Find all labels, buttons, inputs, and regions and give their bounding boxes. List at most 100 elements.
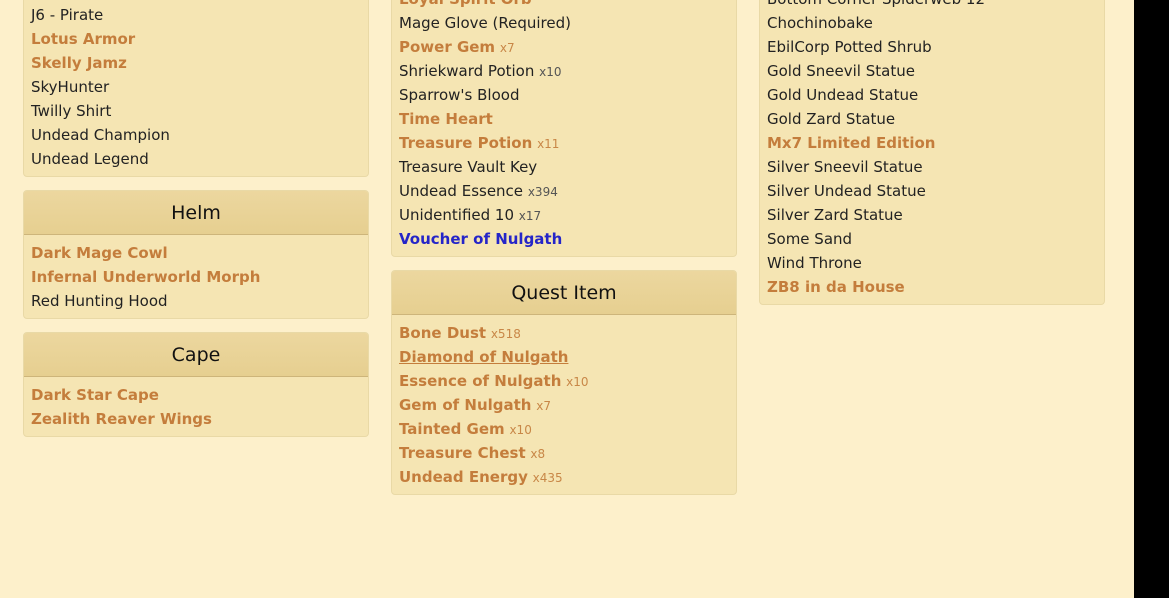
list-item-link[interactable]: Diamond of Nulgath bbox=[399, 345, 729, 369]
list-item[interactable]: Gem of Nulgath x7 bbox=[399, 393, 729, 417]
item-name: Treasure Vault Key bbox=[399, 158, 538, 176]
list-item[interactable]: SkyHunter bbox=[31, 75, 361, 99]
armor-card: J6 - Pirate Lotus Armor Skelly Jamz SkyH… bbox=[23, 0, 369, 177]
item-name: Silver Undead Statue bbox=[767, 182, 926, 200]
item-name: Mage Glove (Required) bbox=[399, 14, 571, 32]
list-item[interactable]: Silver Zard Statue bbox=[767, 203, 1097, 227]
list-item[interactable]: Zealith Reaver Wings bbox=[31, 407, 361, 431]
helm-header: Helm bbox=[24, 191, 368, 235]
item-name: Lotus Armor bbox=[31, 30, 136, 48]
item-name: Wind Throne bbox=[767, 254, 862, 272]
list-item[interactable]: Unidentified 10 x17 bbox=[399, 203, 729, 227]
quest-item-card: Quest Item Bone Dust x518 Diamond of Nul… bbox=[391, 270, 737, 495]
item-name: Undead Legend bbox=[31, 150, 149, 168]
list-item[interactable]: Tainted Gem x10 bbox=[399, 417, 729, 441]
item-name: Infernal Underworld Morph bbox=[31, 268, 261, 286]
item-name: Bottom Corner Spiderweb 12 bbox=[767, 0, 985, 8]
list-item[interactable]: Chochinobake bbox=[767, 11, 1097, 35]
item-name: Time Heart bbox=[399, 110, 493, 128]
screen-edge-black-bar bbox=[1134, 0, 1169, 598]
item-name: Voucher of Nulgath bbox=[399, 230, 563, 248]
list-item[interactable]: Mage Glove (Required) bbox=[399, 11, 729, 35]
list-item[interactable]: Undead Essence x394 bbox=[399, 179, 729, 203]
helm-card: Helm Dark Mage Cowl Infernal Underworld … bbox=[23, 190, 369, 319]
item-name: J6 - Pirate bbox=[31, 6, 104, 24]
item-name: Chochinobake bbox=[767, 14, 873, 32]
item-quantity: x435 bbox=[532, 471, 563, 485]
list-item[interactable]: Gold Zard Statue bbox=[767, 107, 1097, 131]
list-item[interactable]: Treasure Vault Key bbox=[399, 155, 729, 179]
item-name: Power Gem bbox=[399, 38, 496, 56]
list-item[interactable]: Infernal Underworld Morph bbox=[31, 265, 361, 289]
list-item[interactable]: Bone Dust x518 bbox=[399, 321, 729, 345]
item-quantity: x7 bbox=[536, 399, 552, 413]
list-item[interactable]: Undead Energy x435 bbox=[399, 465, 729, 489]
list-item[interactable]: Essence of Nulgath x10 bbox=[399, 369, 729, 393]
item-name: Silver Zard Statue bbox=[767, 206, 903, 224]
item-name: Sparrow's Blood bbox=[399, 86, 520, 104]
list-item[interactable]: Bottom Corner Spiderweb 12 bbox=[767, 0, 1097, 11]
item-name: Treasure Chest bbox=[399, 444, 526, 462]
list-item[interactable]: Wind Throne bbox=[767, 251, 1097, 275]
item-card: Loyal Spirit Orb Mage Glove (Required) P… bbox=[391, 0, 737, 257]
item-name: Undead Champion bbox=[31, 126, 170, 144]
list-item[interactable]: Undead Legend bbox=[31, 147, 361, 171]
list-item[interactable]: Treasure Potion x11 bbox=[399, 131, 729, 155]
item-quantity: x11 bbox=[537, 137, 560, 151]
quest-item-list: Bone Dust x518 Diamond of Nulgath Essenc… bbox=[392, 315, 736, 494]
item-quantity: x8 bbox=[530, 447, 546, 461]
helm-list: Dark Mage Cowl Infernal Underworld Morph… bbox=[24, 235, 368, 318]
item-name: Some Sand bbox=[767, 230, 853, 248]
list-item[interactable]: ZB8 in da House bbox=[767, 275, 1097, 299]
armor-list: J6 - Pirate Lotus Armor Skelly Jamz SkyH… bbox=[24, 0, 368, 176]
item-quantity: x518 bbox=[490, 327, 521, 341]
item-name: Silver Sneevil Statue bbox=[767, 158, 923, 176]
item-name: Essence of Nulgath bbox=[399, 372, 562, 390]
list-item[interactable]: Power Gem x7 bbox=[399, 35, 729, 59]
item-name: Gold Zard Statue bbox=[767, 110, 896, 128]
item-quantity: x394 bbox=[527, 185, 558, 199]
list-item[interactable]: Gold Undead Statue bbox=[767, 83, 1097, 107]
item-name: Tainted Gem bbox=[399, 420, 505, 438]
item-name: SkyHunter bbox=[31, 78, 110, 96]
list-item[interactable]: Time Heart bbox=[399, 107, 729, 131]
column-3: Bottom Corner Spiderweb 12 Chochinobake … bbox=[759, 0, 1105, 318]
cape-list: Dark Star Cape Zealith Reaver Wings bbox=[24, 377, 368, 436]
item-name[interactable]: Diamond of Nulgath bbox=[399, 348, 568, 366]
item-name: ZB8 in da House bbox=[767, 278, 905, 296]
list-item[interactable]: Silver Sneevil Statue bbox=[767, 155, 1097, 179]
list-item[interactable]: Lotus Armor bbox=[31, 27, 361, 51]
list-item[interactable]: J6 - Pirate bbox=[31, 3, 361, 27]
list-item[interactable]: Shriekward Potion x10 bbox=[399, 59, 729, 83]
list-item[interactable]: Skelly Jamz bbox=[31, 51, 361, 75]
list-item[interactable]: Twilly Shirt bbox=[31, 99, 361, 123]
item-name: Zealith Reaver Wings bbox=[31, 410, 212, 428]
list-item[interactable]: Red Hunting Hood bbox=[31, 289, 361, 313]
item-name: Skelly Jamz bbox=[31, 54, 127, 72]
list-item[interactable]: Undead Champion bbox=[31, 123, 361, 147]
list-item[interactable]: Treasure Chest x8 bbox=[399, 441, 729, 465]
list-item[interactable]: Dark Star Cape bbox=[31, 383, 361, 407]
list-item[interactable]: Sparrow's Blood bbox=[399, 83, 729, 107]
item-name: Treasure Potion bbox=[399, 134, 533, 152]
list-item[interactable]: Loyal Spirit Orb bbox=[399, 0, 729, 11]
item-name: EbilCorp Potted Shrub bbox=[767, 38, 932, 56]
item-list: Loyal Spirit Orb Mage Glove (Required) P… bbox=[392, 0, 736, 256]
list-item[interactable]: Voucher of Nulgath bbox=[399, 227, 729, 251]
item-name: Red Hunting Hood bbox=[31, 292, 168, 310]
list-item[interactable]: Gold Sneevil Statue bbox=[767, 59, 1097, 83]
item-quantity: x7 bbox=[499, 41, 515, 55]
item-name: Undead Energy bbox=[399, 468, 528, 486]
list-item[interactable]: Mx7 Limited Edition bbox=[767, 131, 1097, 155]
inventory-page: J6 - Pirate Lotus Armor Skelly Jamz SkyH… bbox=[0, 0, 1134, 598]
list-item[interactable]: Some Sand bbox=[767, 227, 1097, 251]
list-item[interactable]: Silver Undead Statue bbox=[767, 179, 1097, 203]
cape-header: Cape bbox=[24, 333, 368, 377]
quest-item-header: Quest Item bbox=[392, 271, 736, 315]
list-item[interactable]: EbilCorp Potted Shrub bbox=[767, 35, 1097, 59]
list-item[interactable]: Dark Mage Cowl bbox=[31, 241, 361, 265]
item-name: Gem of Nulgath bbox=[399, 396, 532, 414]
column-2: Loyal Spirit Orb Mage Glove (Required) P… bbox=[391, 0, 737, 508]
item-name: Gold Sneevil Statue bbox=[767, 62, 915, 80]
item-name: Loyal Spirit Orb bbox=[399, 0, 532, 8]
